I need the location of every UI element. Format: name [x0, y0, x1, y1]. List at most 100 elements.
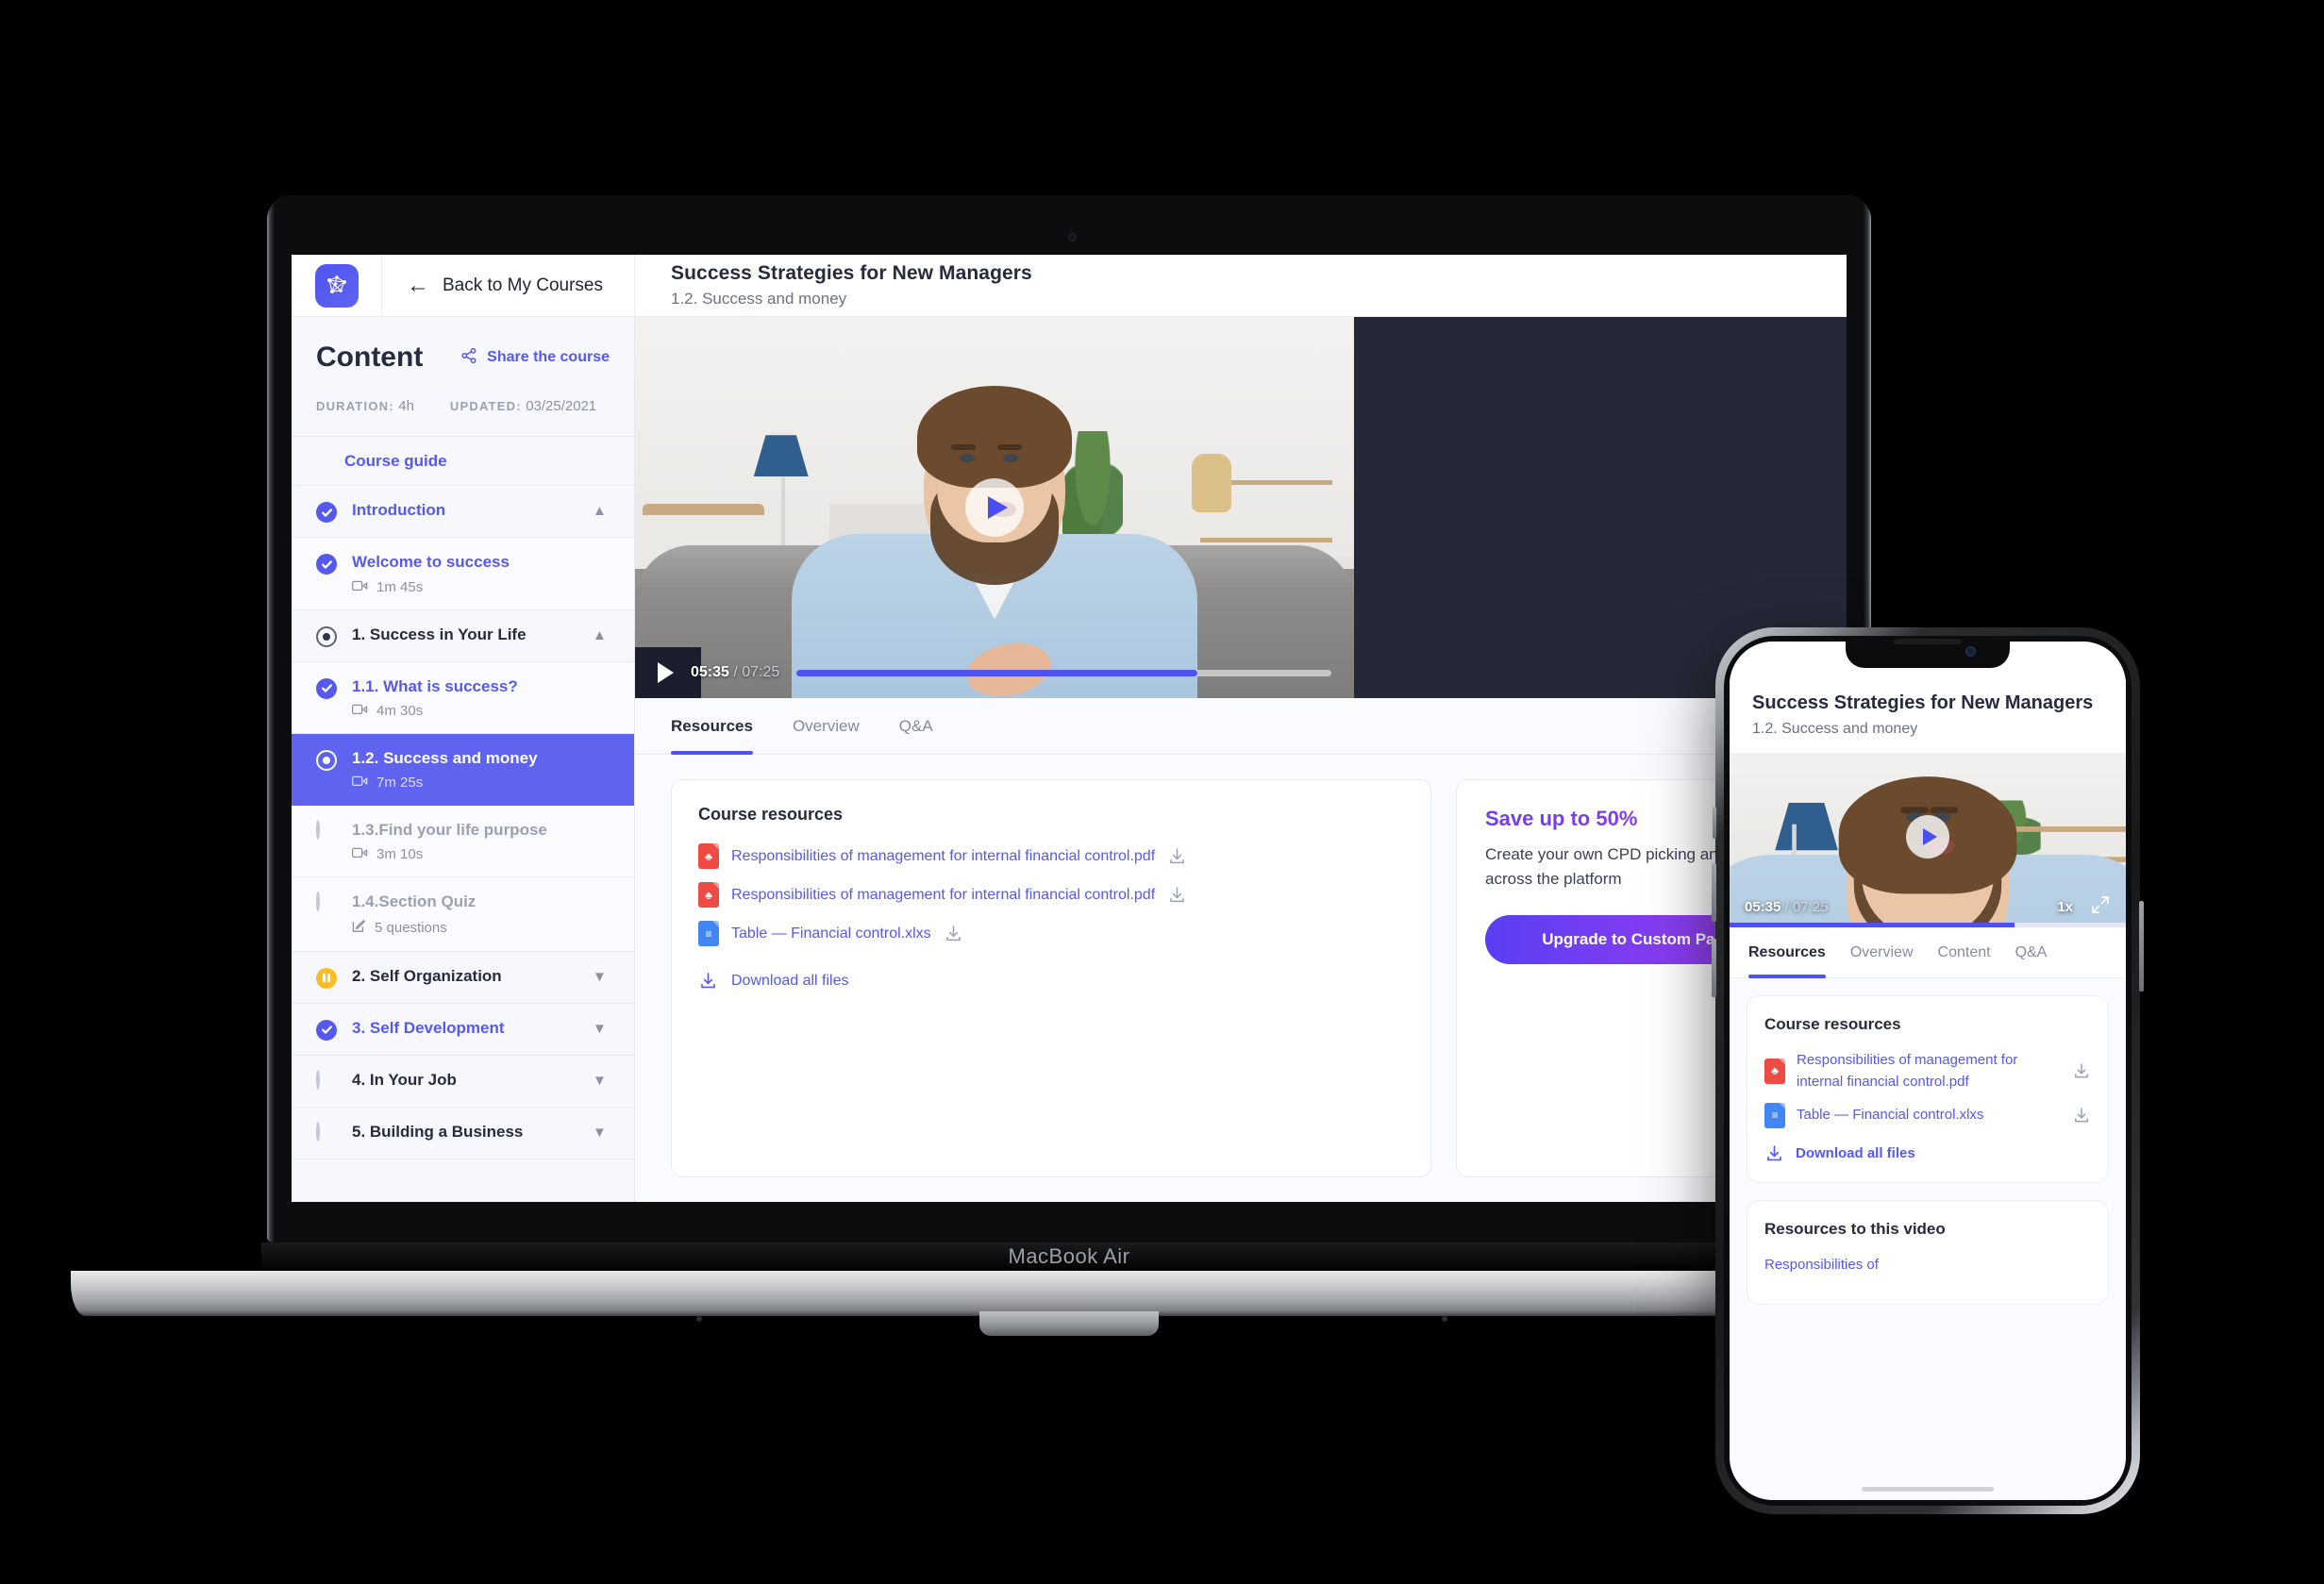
video-player[interactable]: 05:35 / 07:25	[635, 317, 1847, 698]
chevron-down-icon[interactable]: ▼	[593, 969, 610, 985]
download-icon[interactable]	[1167, 885, 1187, 905]
play-icon	[987, 496, 1008, 519]
status-in-progress-icon	[316, 749, 337, 771]
sidebar-section-building-a-business[interactable]: 5. Building a Business ▼	[292, 1107, 634, 1159]
share-the-course-button[interactable]: Share the course	[460, 347, 610, 369]
chevron-up-icon[interactable]: ▲	[593, 627, 610, 643]
status-empty-icon	[316, 1069, 337, 1092]
chevron-up-icon[interactable]: ▲	[593, 503, 610, 519]
phone-tab-resources[interactable]: Resources	[1748, 927, 1826, 978]
video-icon	[352, 775, 368, 791]
download-all-files-button[interactable]: Download all files	[698, 971, 1404, 991]
sidebar-section-introduction[interactable]: Introduction ▲	[292, 486, 634, 539]
pdf-file-icon: ♣	[1764, 1058, 1785, 1084]
download-icon[interactable]	[944, 924, 963, 943]
phone-download-all-files-button[interactable]: Download all files	[1764, 1143, 2091, 1163]
sidebar-section-success-in-your-life[interactable]: 1. Success in Your Life ▲	[292, 609, 634, 662]
current-time: 05:35	[691, 664, 729, 680]
duration-value: 4h	[398, 398, 414, 414]
phone-video-resources-title: Resources to this video	[1764, 1219, 1946, 1238]
download-icon	[698, 971, 718, 991]
phone-video-controls[interactable]: 05:35 / 07:25 1x	[1730, 886, 2126, 927]
phone-lesson-subtitle: 1.2. Success and money	[1752, 721, 1918, 737]
video-controls[interactable]: 05:35 / 07:25	[635, 647, 1354, 698]
total-time: 07:25	[742, 664, 780, 680]
download-icon[interactable]	[2072, 1106, 2091, 1125]
fullscreen-icon[interactable]	[2090, 894, 2111, 920]
download-icon[interactable]	[1167, 846, 1187, 866]
sidebar-item-find-your-life-purpose[interactable]: 1.3.Find your life purpose 3m 10s	[292, 806, 634, 878]
resource-row[interactable]: ♣ Responsibilities of management for int…	[698, 882, 1404, 908]
resource-name[interactable]: Responsibilities of management for inter…	[731, 887, 1155, 904]
phone-tab-qa[interactable]: Q&A	[2015, 927, 2048, 978]
course-resources-card: Course resources ♣ Responsibilities of m…	[671, 779, 1431, 1177]
volume-down-button[interactable]	[1712, 939, 1716, 997]
video-frame[interactable]: 05:35 / 07:25	[635, 317, 1354, 698]
chevron-down-icon[interactable]: ▼	[593, 1021, 610, 1037]
network-logo-icon[interactable]	[314, 264, 359, 308]
status-paused-icon	[316, 967, 337, 989]
chevron-down-icon[interactable]: ▼	[593, 1073, 610, 1089]
video-progress-bar[interactable]	[796, 669, 1331, 676]
volume-up-button[interactable]	[1712, 863, 1716, 922]
app-topbar: ← Back to My Courses Success Strategies …	[292, 255, 1847, 317]
video-progress-fill	[796, 669, 1198, 676]
phone-resource-name[interactable]: Table — Financial control.xlxs	[1797, 1104, 2061, 1125]
power-button[interactable]	[2139, 901, 2144, 992]
phone-resource-name[interactable]: Responsibilities of	[1764, 1254, 2091, 1276]
mute-switch[interactable]	[1713, 807, 1716, 839]
phone-video-player[interactable]: 05:35 / 07:25 1x	[1730, 754, 2126, 927]
sidebar-item-course-guide[interactable]: Course guide	[292, 437, 634, 487]
app-body: Content Share the course DURATION: 4h UP…	[292, 317, 1847, 1202]
course-app: ← Back to My Courses Success Strategies …	[292, 255, 1847, 1202]
resource-row[interactable]: ≡ Table — Financial control.xlxs	[698, 921, 1404, 946]
tab-overview[interactable]: Overview	[793, 698, 860, 755]
updated-value: 03/25/2021	[526, 398, 597, 414]
sidebar-header: Content Share the course DURATION: 4h UP…	[292, 317, 634, 436]
pdf-file-icon: ♣	[698, 882, 719, 908]
status-check-icon	[316, 1019, 337, 1041]
phone-resource-row[interactable]: ♣ Responsibilities of management for int…	[1764, 1049, 2091, 1093]
tab-resources[interactable]: Resources	[671, 698, 753, 755]
phone-play-overlay-button[interactable]	[1906, 815, 1949, 859]
sidebar-item-welcome-to-success[interactable]: Welcome to success 1m 45s	[292, 538, 634, 610]
share-icon	[460, 347, 477, 369]
play-icon[interactable]	[658, 662, 674, 683]
sidebar-section-in-your-job[interactable]: 4. In Your Job ▼	[292, 1055, 634, 1108]
sidebar-item-section-quiz[interactable]: 1.4.Section Quiz 5 questions	[292, 877, 634, 952]
sidebar-item-duration: 4m 30s	[376, 702, 424, 719]
sidebar-section-self-organization[interactable]: 2. Self Organization ▼	[292, 951, 634, 1004]
tab-qa[interactable]: Q&A	[899, 698, 933, 755]
phone-resource-name[interactable]: Responsibilities of management for inter…	[1797, 1049, 2061, 1093]
phone-tab-pane: Course resources ♣ Responsibilities of m…	[1730, 978, 2126, 1500]
phone-tab-content[interactable]: Content	[1938, 927, 1991, 978]
sidebar-item-success-and-money[interactable]: 1.2. Success and money 7m 25s	[292, 733, 634, 806]
resource-row[interactable]: ♣ Responsibilities of management for int…	[698, 843, 1404, 869]
share-the-course-label: Share the course	[487, 349, 610, 365]
phone-tab-overview[interactable]: Overview	[1850, 927, 1914, 978]
content-sidebar: Content Share the course DURATION: 4h UP…	[292, 317, 635, 1202]
sidebar-item-duration: 1m 45s	[376, 578, 424, 595]
macbook-device: ← Back to My Courses Success Strategies …	[71, 195, 2067, 1336]
course-resources-title: Course resources	[698, 805, 844, 824]
play-overlay-button[interactable]	[965, 478, 1024, 537]
resource-name[interactable]: Responsibilities of management for inter…	[731, 848, 1155, 865]
chevron-down-icon[interactable]: ▼	[593, 1125, 610, 1141]
sidebar-item-what-is-success[interactable]: 1.1. What is success? 4m 30s	[292, 661, 634, 734]
sidebar-title: Content	[316, 342, 424, 373]
sidebar-item-questions: 5 questions	[375, 919, 447, 936]
sidebar-meta: DURATION: 4h UPDATED: 03/25/2021	[316, 398, 610, 436]
phone-content-tabs: Resources Overview Content Q&A	[1730, 927, 2126, 978]
phone-resource-row[interactable]: ≡ Table — Financial control.xlxs	[1764, 1102, 2091, 1128]
sidebar-section-self-development[interactable]: 3. Self Development ▼	[292, 1003, 634, 1056]
iphone-screen: Success Strategies for New Managers 1.2.…	[1730, 642, 2126, 1500]
playback-speed-button[interactable]: 1x	[2057, 899, 2073, 915]
main-content: 05:35 / 07:25 Resources Overview Q&A Cou…	[635, 317, 1847, 1202]
resource-name[interactable]: Table — Financial control.xlxs	[731, 925, 931, 942]
sidebar-item-label: Introduction	[352, 501, 446, 520]
front-camera-icon	[1965, 646, 1976, 657]
phone-resource-row[interactable]: Responsibilities of	[1764, 1254, 2091, 1276]
status-in-progress-icon	[316, 625, 337, 647]
back-to-my-courses-button[interactable]: ← Back to My Courses	[382, 255, 635, 317]
download-icon[interactable]	[2072, 1061, 2091, 1080]
